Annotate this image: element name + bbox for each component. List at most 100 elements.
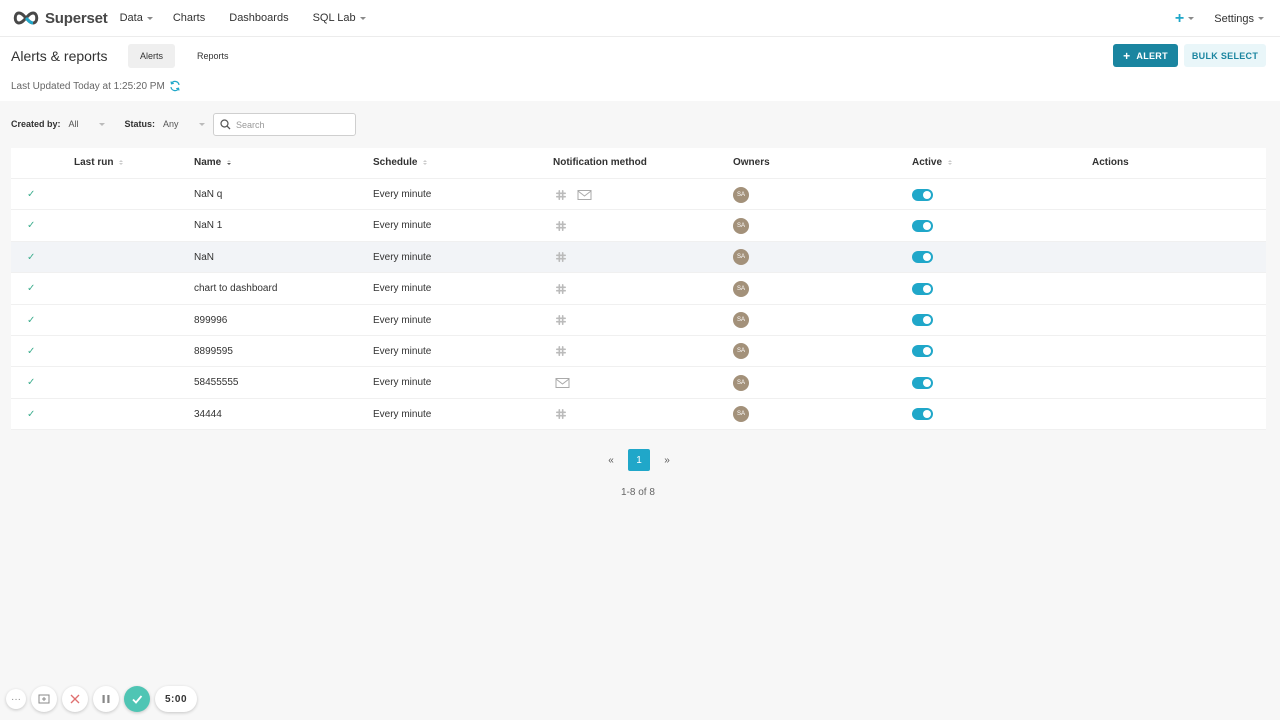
alert-schedule: Every minute — [373, 220, 432, 232]
active-toggle[interactable] — [912, 282, 933, 295]
status-select[interactable]: Any — [163, 119, 205, 129]
nav-data[interactable]: Data — [120, 12, 153, 24]
active-toggle[interactable] — [912, 188, 933, 201]
table-row[interactable]: ✓ 899996 Every minute SA — [11, 305, 1266, 336]
search-field[interactable] — [213, 113, 356, 136]
table-row[interactable]: ✓ chart to dashboard Every minute SA — [11, 273, 1266, 305]
chevron-down-icon — [146, 16, 153, 20]
table-row[interactable]: ✓ NaN 1 Every minute SA — [11, 210, 1266, 242]
alert-name[interactable]: 8899595 — [194, 336, 233, 367]
screen-capture-button[interactable] — [31, 686, 57, 712]
success-check-icon: ✓ — [27, 189, 36, 200]
owner-avatar[interactable]: SA — [733, 312, 749, 329]
alert-name[interactable]: 58455555 — [194, 367, 239, 398]
status-label: Status: — [124, 119, 156, 129]
table-row[interactable]: ✓ 58455555 Every minute SA — [11, 367, 1266, 399]
settings-menu[interactable]: Settings — [1214, 13, 1264, 25]
table-row[interactable]: ✓ 8899595 Every minute SA — [11, 336, 1266, 368]
nav-dashboards-label: Dashboards — [229, 12, 289, 24]
nav-sql-lab-label: SQL Lab — [312, 12, 356, 24]
brand-logo[interactable]: Superset — [11, 10, 108, 27]
alert-name[interactable]: NaN — [194, 242, 214, 273]
alert-name[interactable]: NaN 1 — [194, 210, 222, 241]
column-active[interactable]: Active — [912, 157, 953, 168]
active-toggle[interactable] — [912, 219, 933, 232]
column-schedule[interactable]: Schedule — [373, 157, 428, 168]
page-header: Alerts & reports Alerts Reports + ALERT … — [0, 37, 1280, 101]
finish-recording-button[interactable] — [124, 686, 150, 712]
alert-name[interactable]: 34444 — [194, 399, 222, 430]
owner-avatar[interactable]: SA — [733, 280, 749, 297]
sort-icon — [423, 160, 428, 165]
prev-page-button[interactable]: « — [600, 455, 622, 466]
nav-charts[interactable]: Charts — [173, 12, 205, 24]
active-toggle[interactable] — [912, 408, 933, 421]
column-last-run[interactable]: Last run — [74, 157, 124, 168]
active-toggle[interactable] — [912, 376, 933, 389]
nav-data-label: Data — [119, 12, 143, 24]
slack-icon — [555, 189, 567, 201]
owner-avatar[interactable]: SA — [733, 343, 749, 360]
slack-icon — [555, 283, 567, 295]
alert-name[interactable]: chart to dashboard — [194, 273, 277, 304]
nav-sql-lab[interactable]: SQL Lab — [313, 12, 366, 24]
add-alert-label: ALERT — [1136, 50, 1168, 61]
chevron-down-icon — [359, 16, 366, 20]
alert-name[interactable]: NaN q — [194, 179, 222, 210]
alert-name[interactable]: 899996 — [194, 305, 227, 336]
success-check-icon: ✓ — [27, 314, 36, 326]
slack-icon — [555, 314, 567, 326]
chevron-down-icon — [1188, 17, 1195, 20]
owner-avatar[interactable]: SA — [733, 217, 749, 234]
created-by-select[interactable]: All — [69, 119, 105, 129]
add-alert-button[interactable]: + ALERT — [1113, 44, 1178, 67]
notification-methods — [555, 336, 567, 367]
alert-schedule: Every minute — [373, 408, 432, 420]
pagination: « 1 » — [600, 449, 678, 471]
table-row[interactable]: ✓ NaN Every minute SA — [11, 241, 1266, 274]
pagination-info: 1-8 of 8 — [621, 487, 655, 498]
screen-capture-icon — [38, 694, 50, 704]
tab-reports[interactable]: Reports — [185, 44, 241, 68]
owner-avatar[interactable]: SA — [733, 374, 749, 391]
active-toggle[interactable] — [912, 251, 933, 264]
sort-descending-icon — [227, 160, 232, 165]
recorder-controls: ··· 5:00 — [6, 686, 198, 712]
search-input[interactable] — [236, 119, 346, 130]
chevron-down-icon — [1258, 17, 1264, 20]
notification-methods — [555, 242, 567, 273]
refresh-icon[interactable] — [169, 80, 181, 92]
more-options-button[interactable]: ··· — [6, 689, 26, 709]
pause-recording-button[interactable] — [93, 686, 119, 712]
new-menu[interactable]: + — [1175, 10, 1195, 28]
table-row[interactable]: ✓ 34444 Every minute SA — [11, 399, 1266, 431]
active-toggle[interactable] — [912, 314, 933, 327]
alert-schedule: Every minute — [373, 251, 432, 263]
owner-avatar[interactable]: SA — [733, 186, 749, 203]
page-1-button[interactable]: 1 — [628, 449, 650, 471]
notification-methods — [555, 273, 567, 304]
notification-methods — [555, 179, 592, 210]
tab-alerts[interactable]: Alerts — [128, 44, 176, 68]
settings-label: Settings — [1214, 12, 1254, 25]
column-name-label: Name — [194, 157, 222, 168]
cancel-recording-button[interactable] — [62, 686, 88, 712]
active-toggle[interactable] — [912, 345, 933, 358]
bulk-select-button[interactable]: BULK SELECT — [1184, 44, 1266, 67]
column-notification-method-label: Notification method — [553, 157, 647, 168]
alert-schedule: Every minute — [373, 377, 432, 389]
success-check-icon: ✓ — [27, 283, 36, 295]
slack-icon — [555, 220, 567, 232]
table-row[interactable]: ✓ NaN q Every minute SA — [11, 179, 1266, 211]
column-schedule-label: Schedule — [373, 157, 418, 168]
created-by-value: All — [68, 119, 79, 129]
nav-charts-label: Charts — [172, 12, 206, 24]
next-page-button[interactable]: » — [656, 455, 678, 466]
column-name[interactable]: Name — [194, 157, 232, 168]
nav-dashboards[interactable]: Dashboards — [229, 12, 288, 24]
owner-avatar[interactable]: SA — [733, 406, 749, 423]
owner-avatar[interactable]: SA — [733, 249, 749, 266]
notification-methods — [555, 210, 567, 241]
sort-icon — [948, 160, 953, 165]
column-owners: Owners — [733, 157, 770, 168]
